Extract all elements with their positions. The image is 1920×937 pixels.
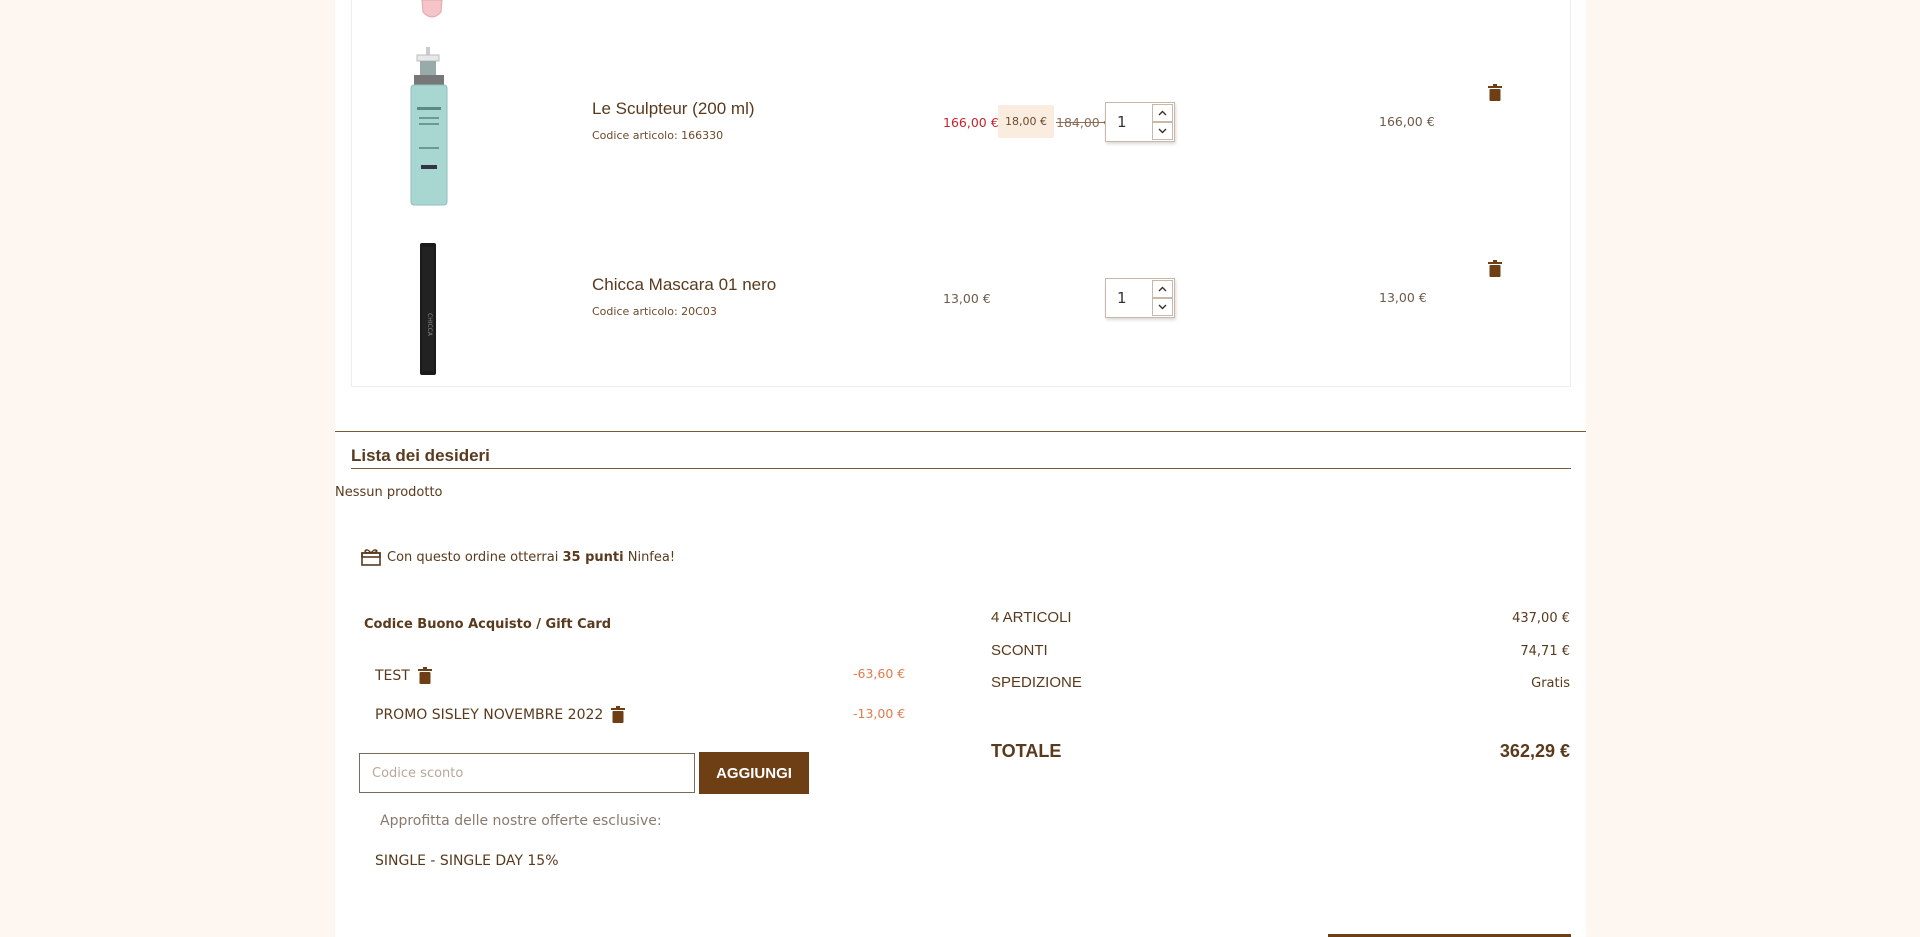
product-name[interactable]: Chicca Mascara 01 nero [592, 275, 776, 295]
total-value: 362,29 € [1499, 741, 1570, 761]
wishlist-underline [351, 468, 1571, 469]
trash-icon[interactable] [611, 706, 626, 723]
summary-shipping-value: Gratis [1531, 676, 1570, 691]
sale-price: 166,00 € [943, 115, 999, 130]
chevron-up-icon [1158, 286, 1167, 292]
add-coupon-button[interactable]: AGGIUNGI [699, 752, 809, 794]
points-prefix: Con questo ordine otterrai [387, 549, 559, 565]
product-code: Codice articolo: 166330 [592, 129, 724, 142]
chevron-down-icon [1158, 304, 1167, 310]
points-suffix: Ninfea! [627, 549, 676, 565]
offers-hint: Approfitta delle nostre offerte esclusiv… [380, 813, 662, 829]
coupon-code-input[interactable] [359, 753, 695, 793]
quantity-value[interactable]: 1 [1117, 113, 1127, 131]
applied-voucher: PROMO SISLEY NOVEMBRE 2022 [375, 706, 626, 723]
cart-items-box: Le Sculpteur (200 ml) Codice articolo: 1… [351, 0, 1571, 387]
voucher-section-title: Codice Buono Acquisto / Gift Card [364, 617, 612, 632]
trash-icon[interactable] [417, 667, 432, 684]
product-code: Codice articolo: 20C03 [592, 305, 717, 318]
loyalty-points-note: Con questo ordine otterrai 35 punti Ninf… [361, 548, 675, 566]
wishlist-title: Lista dei desideri [351, 446, 490, 465]
applied-voucher: TEST [375, 667, 432, 684]
product-image[interactable]: CHICCA [372, 223, 490, 383]
summary-items-label: 4 ARTICOLI [991, 609, 1072, 626]
summary-shipping-label: SPEDIZIONE [991, 674, 1082, 691]
quantity-stepper[interactable]: 1 [1105, 278, 1175, 318]
svg-text:CHICCA: CHICCA [426, 313, 433, 337]
row-total: 166,00 € [1379, 114, 1435, 129]
row-total: 13,00 € [1379, 290, 1427, 305]
decrement-button[interactable] [1152, 122, 1173, 140]
summary-items-value: 437,00 € [1512, 611, 1570, 626]
discount-badge: 18,00 € [998, 105, 1054, 138]
gift-icon [361, 549, 381, 566]
chevron-up-icon [1158, 110, 1167, 116]
section-divider [335, 431, 1586, 432]
voucher-name: PROMO SISLEY NOVEMBRE 2022 [375, 706, 604, 723]
quantity-value[interactable]: 1 [1117, 289, 1127, 307]
product-image-partial [421, 0, 443, 18]
voucher-name: TEST [375, 667, 410, 684]
trash-icon[interactable] [1488, 84, 1502, 101]
points-value: 35 punti [562, 549, 624, 565]
increment-button[interactable] [1152, 104, 1173, 122]
voucher-amount: -63,60 € [853, 666, 906, 681]
increment-button[interactable] [1152, 280, 1173, 298]
exclusive-offer-item[interactable]: SINGLE - SINGLE DAY 15% [375, 853, 559, 869]
summary-discounts-label: SCONTI [991, 642, 1048, 659]
summary-discounts-value: 74,71 € [1520, 644, 1570, 659]
trash-icon[interactable] [1488, 260, 1502, 277]
unit-price: 13,00 € [943, 291, 991, 306]
cart-page: Le Sculpteur (200 ml) Codice articolo: 1… [335, 0, 1586, 937]
chevron-down-icon [1158, 128, 1167, 134]
cart-item-row: CHICCA Chicca Mascara 01 nero Codice art… [352, 223, 1572, 398]
product-image[interactable] [372, 47, 490, 207]
total-label: TOTALE [991, 741, 1062, 761]
quantity-stepper[interactable]: 1 [1105, 102, 1175, 142]
wishlist-empty-text: Nessun prodotto [335, 485, 443, 500]
voucher-amount: -13,00 € [853, 706, 906, 721]
product-name[interactable]: Le Sculpteur (200 ml) [592, 99, 755, 119]
decrement-button[interactable] [1152, 298, 1173, 316]
cart-item-row: Le Sculpteur (200 ml) Codice articolo: 1… [352, 47, 1572, 222]
original-price: 184,00 € [1056, 115, 1112, 130]
